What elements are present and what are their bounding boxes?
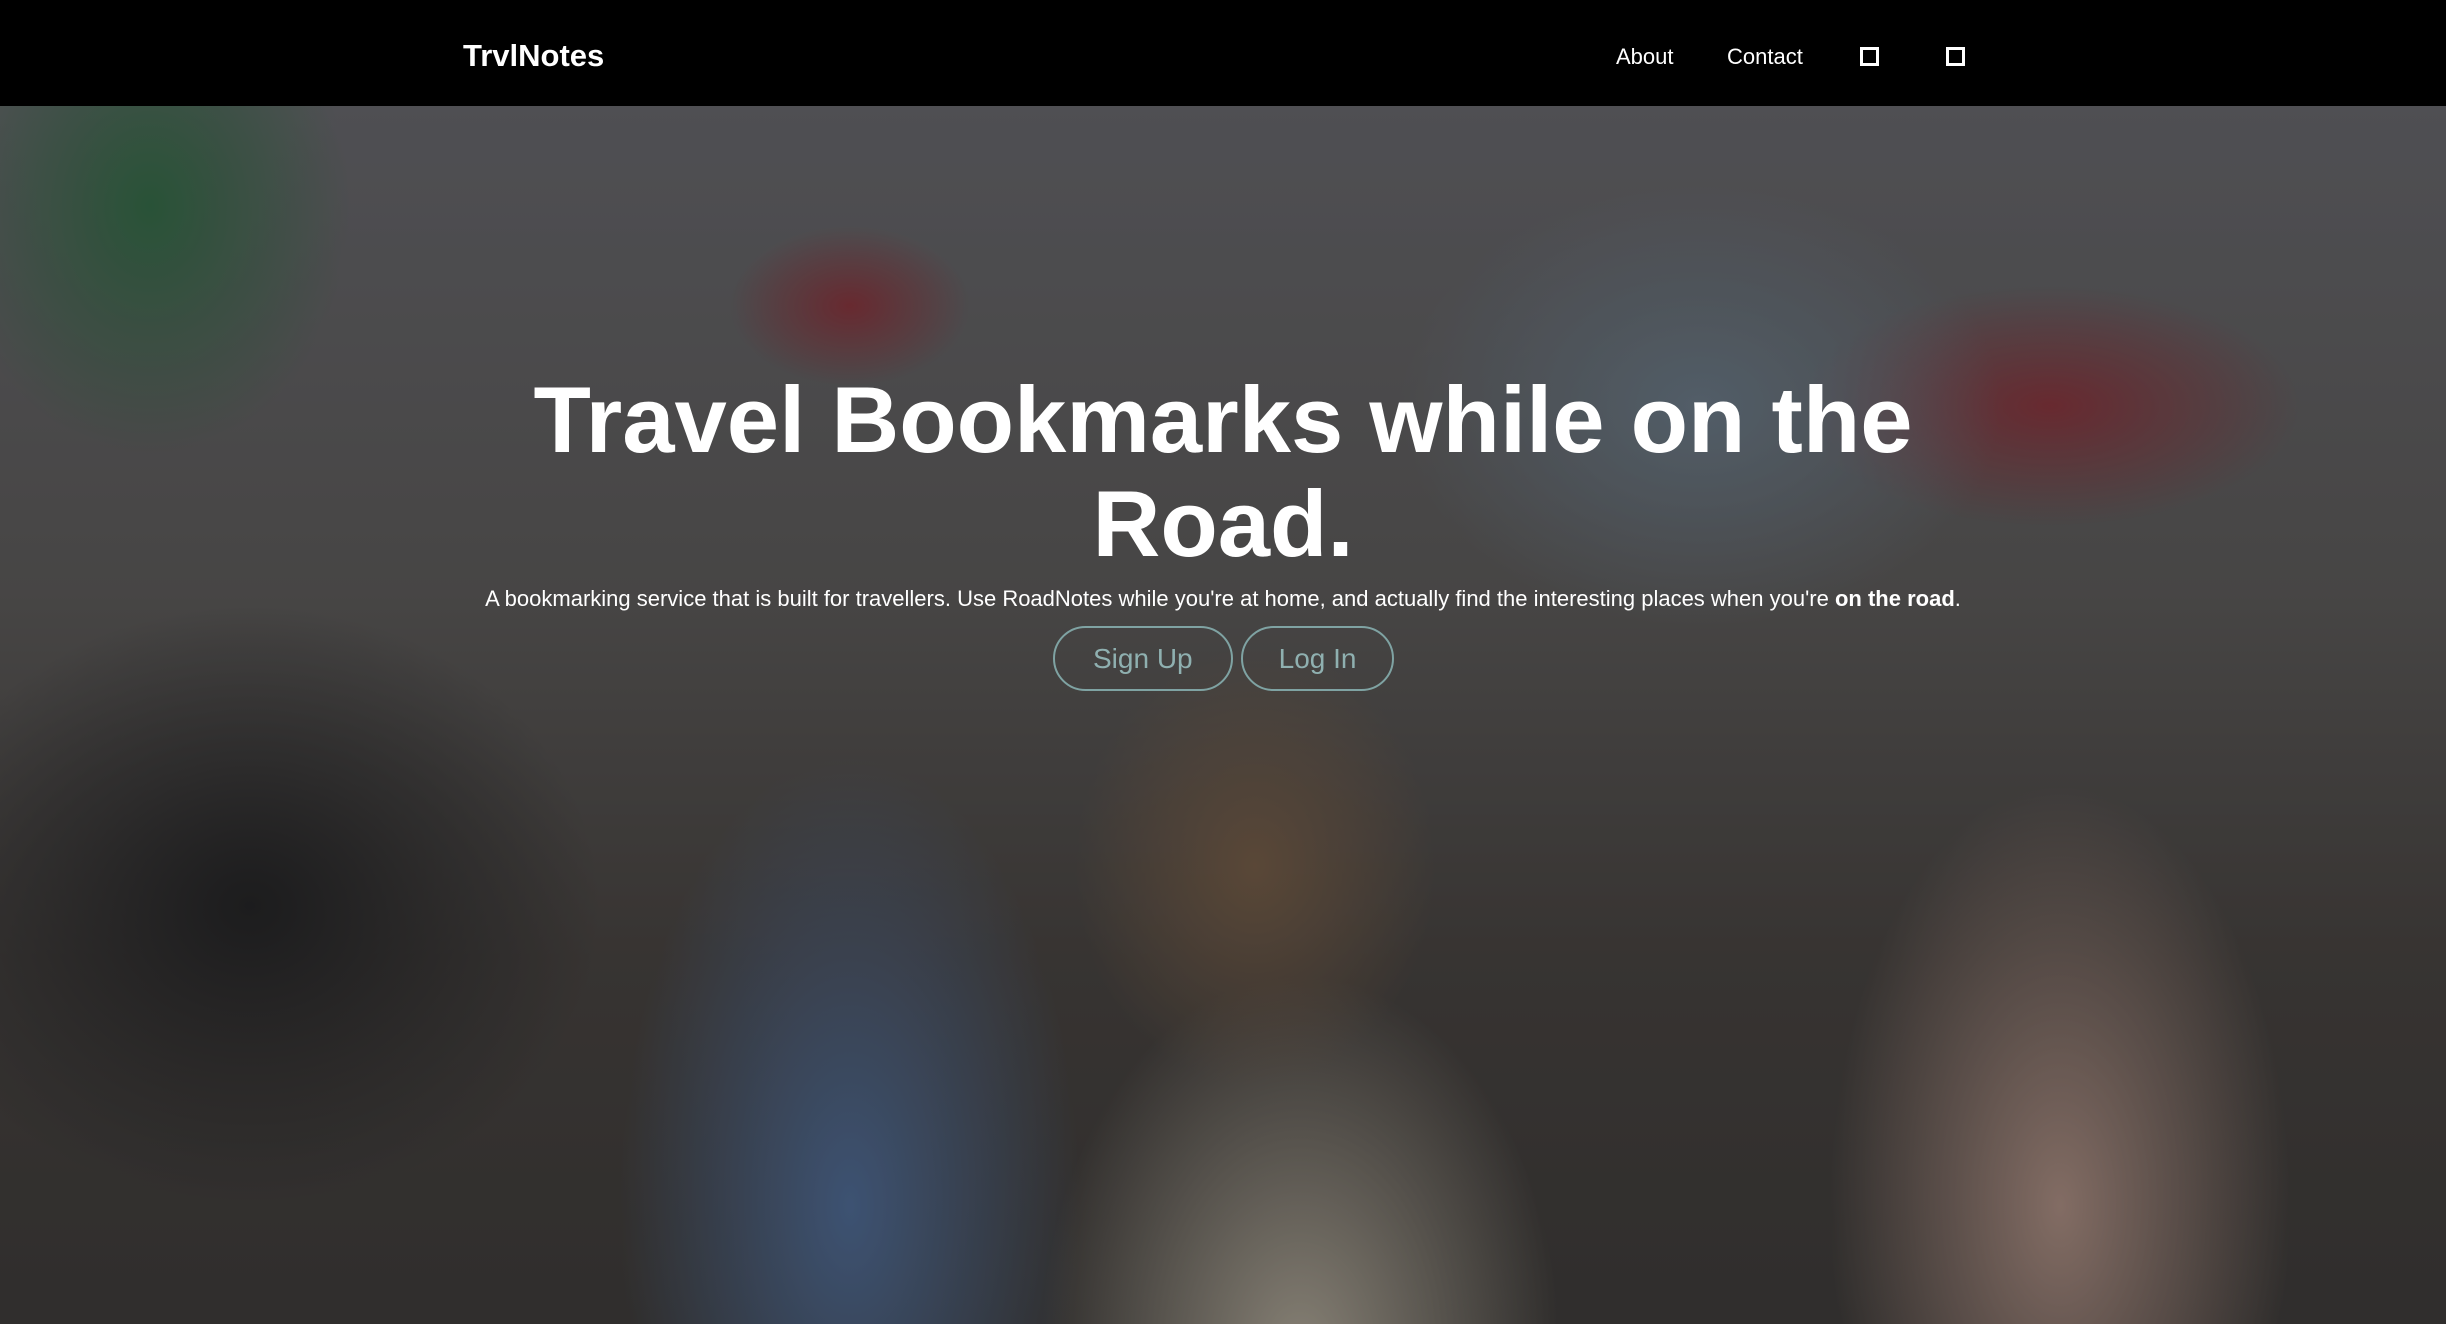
subtitle-end: . — [1954, 586, 1961, 611]
navbar: TrvlNotes About Contact — [0, 0, 2446, 106]
square-icon[interactable] — [1946, 47, 1965, 66]
square-icon[interactable] — [1860, 47, 1879, 66]
brand-logo[interactable]: TrvlNotes — [463, 38, 604, 74]
log-in-button[interactable]: Log In — [1240, 626, 1395, 691]
subtitle-emphasis: on the road — [1834, 586, 1955, 611]
subtitle-text: A bookmarking service that is built for … — [485, 586, 1835, 611]
hero-title: Travel Bookmarks while on the Road. — [533, 367, 1913, 576]
nav-contact[interactable]: Contact — [1727, 44, 1803, 70]
nav-about[interactable]: About — [1616, 44, 1674, 70]
hero-background-image — [0, 106, 2446, 1324]
hero-section: Travel Bookmarks while on the Road. A bo… — [0, 106, 2446, 1324]
hero-subtitle: A bookmarking service that is built for … — [0, 586, 2446, 612]
sign-up-button[interactable]: Sign Up — [1053, 626, 1233, 691]
